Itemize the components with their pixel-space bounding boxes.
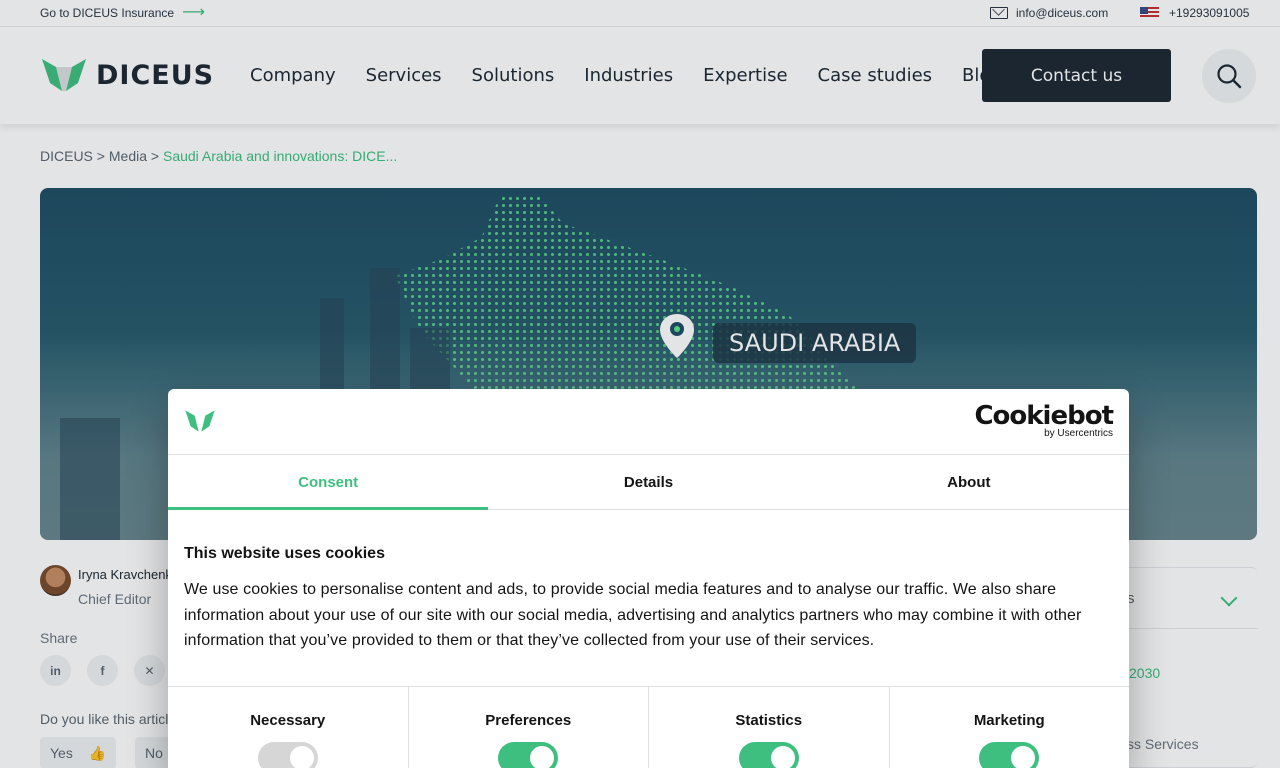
category-marketing: Marketing (890, 687, 1130, 768)
category-statistics: Statistics (649, 687, 890, 768)
tab-details[interactable]: Details (488, 455, 808, 509)
consent-tabs: Consent Details About (168, 454, 1129, 510)
category-label: Necessary (250, 712, 326, 729)
necessary-toggle (257, 742, 318, 768)
cookiebot-brand: Cookiebot (974, 401, 1114, 431)
category-necessary: Necessary (168, 687, 409, 768)
statistics-toggle[interactable] (738, 742, 799, 768)
dialog-body: We use cookies to personalise content an… (184, 581, 1082, 649)
toggle-knob (1011, 746, 1036, 768)
cookiebot-logo[interactable]: Cookiebot by Usercentrics (974, 401, 1114, 439)
category-label: Statistics (735, 712, 803, 729)
toggle-knob (530, 746, 555, 768)
category-label: Preferences (485, 712, 572, 729)
marketing-toggle[interactable] (979, 742, 1040, 768)
consent-categories: Necessary Preferences Statistics Marketi… (168, 686, 1129, 768)
tab-consent[interactable]: Consent (168, 455, 489, 510)
tab-about[interactable]: About (809, 455, 1129, 509)
category-preferences: Preferences (409, 687, 649, 768)
toggle-knob (289, 746, 314, 768)
toggle-knob (770, 746, 795, 768)
category-label: Marketing (973, 712, 1045, 729)
diceus-logo-icon (185, 410, 215, 432)
cookie-consent-dialog: Cookiebot by Usercentrics Consent Detail… (168, 389, 1129, 768)
dialog-title: This website uses cookies (184, 545, 385, 562)
preferences-toggle[interactable] (498, 742, 559, 768)
